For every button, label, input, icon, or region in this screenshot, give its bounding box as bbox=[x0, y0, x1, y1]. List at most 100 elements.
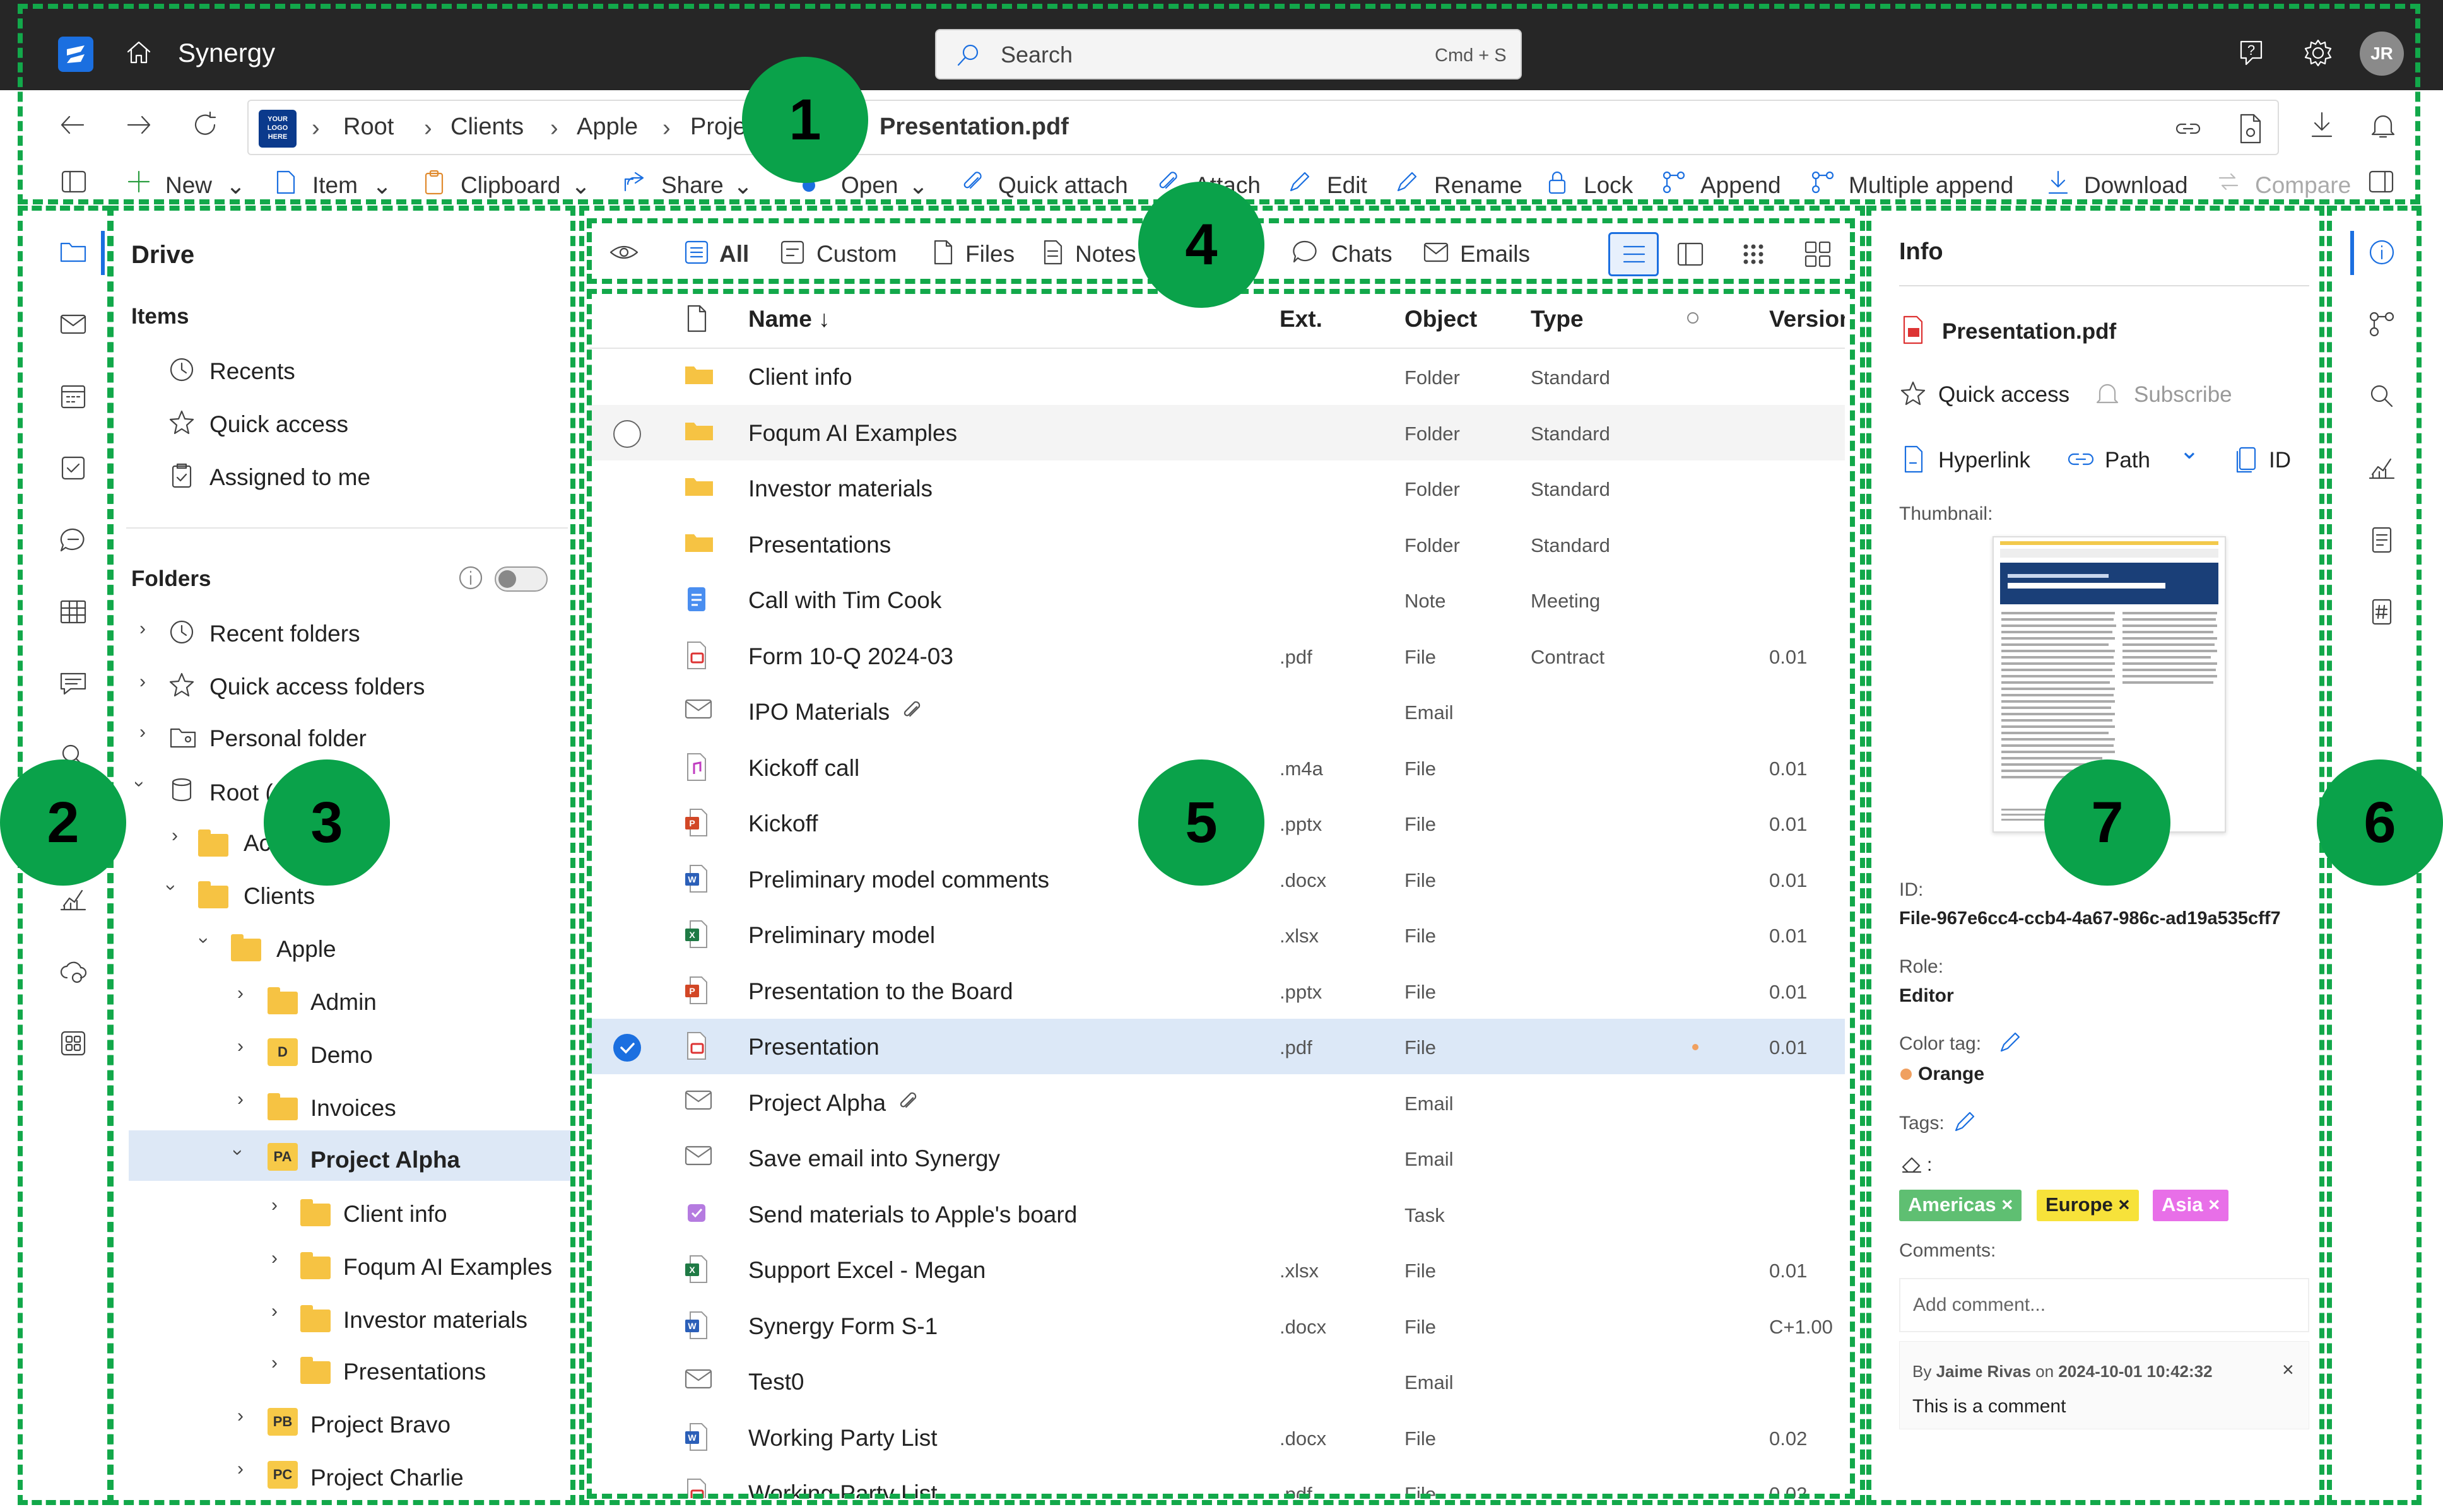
table-row[interactable]: W Working Party List .docx File 0.02 bbox=[589, 1410, 1845, 1465]
chevron-down-icon[interactable]: ⌄ bbox=[226, 172, 245, 199]
close-icon[interactable]: × bbox=[2001, 1193, 2013, 1216]
row-name[interactable]: Presentation bbox=[748, 1034, 880, 1060]
folder-icon[interactable] bbox=[58, 237, 88, 265]
table-row[interactable]: Call with Tim Cook Note Meeting bbox=[589, 572, 1845, 628]
row-name[interactable]: Form 10-Q 2024-03 bbox=[748, 643, 953, 670]
forward-arrow-icon[interactable] bbox=[123, 109, 155, 141]
open-button[interactable]: Open bbox=[841, 172, 898, 199]
row-name[interactable]: Synergy Form S-1 bbox=[748, 1313, 938, 1340]
sidebar-toggle-icon[interactable] bbox=[60, 169, 88, 194]
table-row[interactable]: Save email into Synergy Email bbox=[589, 1130, 1845, 1186]
tree-item-demo[interactable]: Demo bbox=[310, 1042, 373, 1069]
lock-button[interactable]: Lock bbox=[1584, 172, 1633, 199]
row-name[interactable]: Project Alpha bbox=[748, 1090, 886, 1116]
close-icon[interactable]: × bbox=[2118, 1193, 2129, 1216]
multiple-append-button[interactable]: Multiple append bbox=[1849, 172, 2013, 199]
mail-icon[interactable] bbox=[58, 310, 88, 338]
row-name[interactable]: Investor materials bbox=[748, 476, 933, 502]
tree-item-investor-materials[interactable]: Investor materials bbox=[343, 1307, 527, 1333]
tree-item-quick-access-folders[interactable]: Quick access folders bbox=[209, 674, 425, 700]
chevron-right-icon[interactable]: › bbox=[139, 722, 146, 743]
tree-item-foqum-ai-examples[interactable]: Foqum AI Examples bbox=[343, 1254, 552, 1281]
row-name[interactable]: Working Party List bbox=[748, 1425, 938, 1451]
tag-asia[interactable]: Asia × bbox=[2153, 1190, 2229, 1221]
table-row[interactable]: X Support Excel - Megan .xlsx File 0.01 bbox=[589, 1242, 1845, 1298]
row-name[interactable]: IPO Materials bbox=[748, 699, 890, 725]
row-name[interactable]: Kickoff call bbox=[748, 755, 859, 782]
chevron-right-icon[interactable]: › bbox=[271, 1301, 278, 1322]
chevron-right-icon[interactable]: › bbox=[172, 825, 178, 847]
list-view-button[interactable] bbox=[1608, 232, 1659, 276]
rename-button[interactable]: Rename bbox=[1434, 172, 1522, 199]
chevron-right-icon[interactable]: › bbox=[237, 983, 244, 1004]
tree-item-apple[interactable]: Apple bbox=[276, 936, 336, 963]
table-row[interactable]: Project Alpha Email bbox=[589, 1075, 1845, 1130]
chevron-down-icon[interactable]: ⌄ bbox=[571, 172, 591, 199]
row-name[interactable]: Client info bbox=[748, 364, 852, 390]
assigned-to-me-item[interactable]: Assigned to me bbox=[209, 464, 370, 491]
item-button[interactable]: Item bbox=[312, 172, 358, 199]
subscribe-button[interactable]: Subscribe bbox=[2134, 382, 2232, 407]
row-name[interactable]: Preliminary model bbox=[748, 922, 935, 949]
chevron-down-icon[interactable]: ⌄ bbox=[2179, 437, 2199, 465]
task-check-icon[interactable] bbox=[58, 454, 88, 482]
row-name[interactable]: Call with Tim Cook bbox=[748, 587, 941, 614]
chevron-right-icon[interactable]: › bbox=[271, 1195, 278, 1216]
edit-button[interactable]: Edit bbox=[1327, 172, 1367, 199]
tab-chats[interactable]: Chats bbox=[1331, 241, 1392, 267]
tiles-view-icon[interactable] bbox=[1801, 237, 1835, 271]
back-arrow-icon[interactable] bbox=[57, 109, 88, 141]
tag-americas[interactable]: Americas × bbox=[1899, 1190, 2022, 1221]
hashtag-icon[interactable] bbox=[2367, 597, 2397, 627]
chevron-down-icon[interactable]: ⌄ bbox=[372, 172, 392, 199]
row-name[interactable]: Preliminary model comments bbox=[748, 867, 1049, 893]
tree-item-presentations[interactable]: Presentations bbox=[343, 1359, 486, 1385]
tab-emails[interactable]: Emails bbox=[1460, 241, 1530, 267]
chat-icon[interactable] bbox=[58, 526, 88, 554]
row-name[interactable]: Presentations bbox=[748, 532, 891, 558]
eye-icon[interactable] bbox=[608, 238, 640, 266]
chevron-down-icon[interactable]: ⌄ bbox=[909, 172, 928, 199]
tab-custom[interactable]: Custom bbox=[816, 241, 897, 267]
breadcrumb-apple[interactable]: Apple bbox=[577, 114, 638, 141]
tree-item-root[interactable]: Root ( bbox=[209, 780, 273, 806]
chevron-down-icon[interactable]: ⌄ bbox=[733, 172, 753, 199]
new-button[interactable]: New bbox=[165, 172, 212, 199]
tag-europe[interactable]: Europe × bbox=[2037, 1190, 2139, 1221]
comment-input[interactable]: Add comment... bbox=[1899, 1278, 2309, 1332]
row-selected-check-icon[interactable] bbox=[613, 1034, 641, 1062]
row-name[interactable]: Save email into Synergy bbox=[748, 1146, 1000, 1172]
id-button[interactable]: ID bbox=[2269, 448, 2291, 473]
table-row[interactable]: Client info Folder Standard bbox=[589, 349, 1845, 404]
tree-item-project-alpha[interactable]: Project Alpha bbox=[310, 1147, 460, 1173]
chevron-right-icon[interactable]: › bbox=[237, 1036, 244, 1057]
analytics-icon[interactable] bbox=[58, 886, 88, 913]
tree-item-clients[interactable]: Clients bbox=[244, 883, 315, 910]
close-icon[interactable]: × bbox=[2282, 1358, 2294, 1381]
info-icon[interactable] bbox=[2367, 237, 2397, 267]
info-icon[interactable] bbox=[457, 564, 485, 592]
chevron-right-icon[interactable]: › bbox=[237, 1089, 244, 1110]
close-icon[interactable]: × bbox=[2208, 1193, 2220, 1216]
row-select-checkbox[interactable] bbox=[613, 419, 641, 448]
tree-item-recent-folders[interactable]: Recent folders bbox=[209, 621, 360, 647]
table-row[interactable]: Test0 Email bbox=[589, 1354, 1845, 1409]
table-row[interactable]: Working Party List .pdf File 0.02 bbox=[589, 1465, 1845, 1498]
download-button[interactable]: Download bbox=[2084, 172, 2188, 199]
path-button[interactable]: Path bbox=[2105, 448, 2150, 473]
chevron-right-icon[interactable]: › bbox=[237, 1405, 244, 1427]
comments-icon[interactable] bbox=[58, 670, 88, 698]
breadcrumb-root[interactable]: Root bbox=[343, 114, 394, 141]
tab-notes[interactable]: Notes bbox=[1075, 241, 1136, 267]
grid-view-icon[interactable] bbox=[1736, 237, 1770, 271]
share-button[interactable]: Share bbox=[661, 172, 724, 199]
table-row[interactable]: Investor materials Folder Standard bbox=[589, 460, 1845, 516]
document-icon[interactable] bbox=[2367, 525, 2397, 555]
tree-item-project-charlie[interactable]: Project Charlie bbox=[310, 1465, 464, 1491]
hyperlink-button[interactable]: Hyperlink bbox=[1938, 448, 2030, 473]
table-row[interactable]: Presentation .pdf File 0.01 bbox=[589, 1019, 1845, 1074]
breadcrumb-clients[interactable]: Clients bbox=[450, 114, 524, 141]
calendar-icon[interactable] bbox=[58, 382, 88, 410]
table-row[interactable]: Send materials to Apple's board Task bbox=[589, 1187, 1845, 1242]
gear-icon[interactable] bbox=[2302, 37, 2334, 69]
